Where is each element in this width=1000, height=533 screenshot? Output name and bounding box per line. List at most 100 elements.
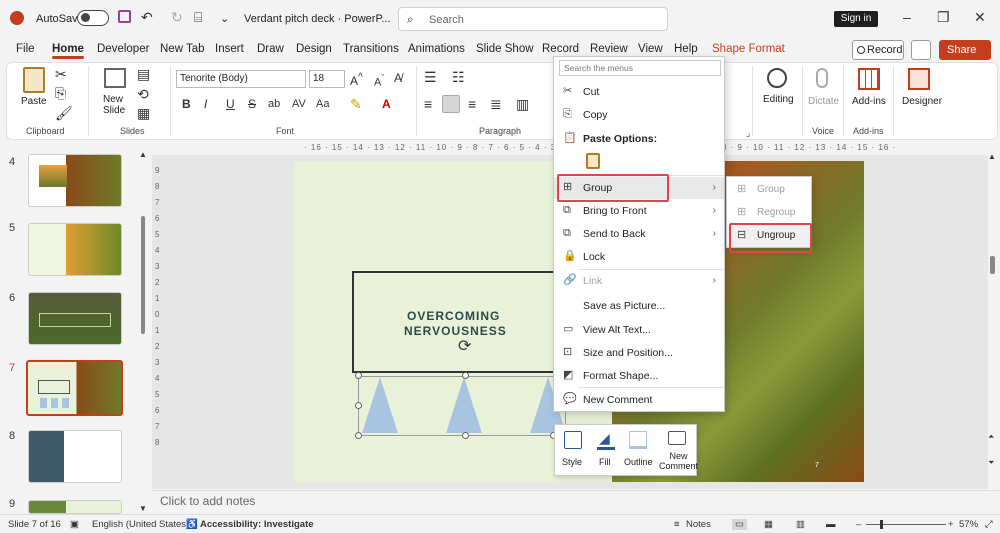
redo-icon[interactable]: ↻ [171, 10, 183, 24]
restore-icon[interactable]: ❐ [937, 10, 950, 24]
sign-in-button[interactable]: Sign in [834, 11, 878, 27]
tab-review[interactable]: Review [590, 43, 628, 55]
tab-new-tab[interactable]: New Tab [160, 43, 205, 55]
tab-animations[interactable]: Animations [408, 43, 465, 55]
tab-view[interactable]: View [638, 43, 663, 55]
slide-thumbnail-selected[interactable] [26, 360, 123, 416]
resize-handle[interactable] [462, 372, 469, 379]
align-right-icon[interactable]: ≡ [468, 97, 476, 111]
new-comment-icon[interactable] [668, 431, 686, 445]
pane-scrollbar[interactable] [141, 216, 145, 334]
designer-button[interactable]: Designer [902, 96, 942, 107]
resize-handle[interactable] [355, 372, 362, 379]
strikethrough-button[interactable]: S [248, 97, 256, 111]
record-button[interactable]: Record [852, 40, 904, 60]
dictate-button[interactable]: Dictate [808, 96, 839, 107]
format-painter-icon[interactable]: 🖌 [55, 106, 73, 120]
resize-handle[interactable] [462, 432, 469, 439]
reset-icon[interactable]: ⟲ [137, 87, 149, 101]
decrease-font-icon[interactable]: Aˇ [374, 71, 384, 90]
zoom-in-icon[interactable]: + [948, 519, 954, 530]
change-case-button[interactable]: Aa [316, 97, 329, 111]
fill-button[interactable]: Fill [599, 457, 611, 467]
designer-icon[interactable] [908, 68, 930, 90]
menu-item-link[interactable]: 🔗 Link › [554, 270, 724, 292]
menu-item-copy[interactable]: ⎘ Copy [554, 104, 724, 126]
outline-button[interactable]: Outline [624, 457, 653, 467]
canvas-scrollbar[interactable] [990, 256, 995, 274]
zoom-out-icon[interactable]: – [856, 519, 861, 530]
zoom-level[interactable]: 57% [959, 519, 978, 530]
reading-view-icon[interactable]: ▥ [796, 519, 805, 530]
menu-item-view-alt-text[interactable]: ▭ View Alt Text... [554, 319, 724, 341]
cut-icon[interactable]: ✂ [55, 67, 67, 81]
notes-button[interactable]: Notes [686, 519, 711, 530]
save-icon[interactable] [118, 10, 131, 23]
tab-design[interactable]: Design [296, 43, 332, 55]
normal-view-icon[interactable]: ▭ [732, 519, 747, 530]
scroll-up-icon[interactable]: ▲ [988, 150, 996, 164]
tab-file[interactable]: File [16, 43, 35, 55]
italic-button[interactable]: I [204, 97, 207, 111]
rotate-handle-icon[interactable]: ⟳ [458, 339, 471, 355]
slide-thumbnail[interactable] [28, 292, 122, 345]
tab-home[interactable]: Home [52, 43, 84, 59]
scroll-up-icon[interactable]: ▲ [139, 148, 147, 162]
menu-item-lock[interactable]: 🔒 Lock [554, 246, 724, 268]
clear-format-icon[interactable]: A̸ [394, 71, 402, 85]
tab-slide-show[interactable]: Slide Show [476, 43, 534, 55]
menu-item-send-to-back[interactable]: ⧉ Send to Back › [554, 223, 724, 245]
notes-pane[interactable]: Click to add notes [152, 490, 1000, 512]
slide-thumbnail[interactable] [28, 223, 122, 276]
triangle-shape[interactable] [362, 377, 398, 433]
tab-developer[interactable]: Developer [97, 43, 149, 55]
align-center-icon[interactable] [442, 95, 460, 113]
search-input[interactable]: ⌕ Search [398, 7, 668, 31]
editing-button[interactable]: Editing [763, 94, 794, 105]
menu-item-format-shape[interactable]: ◩ Format Shape... [554, 365, 724, 387]
accessibility-status[interactable]: Accessibility: Investigate [200, 519, 314, 530]
underline-button[interactable]: U [226, 97, 235, 111]
slide-thumbnail[interactable] [28, 154, 122, 207]
menu-item-new-comment[interactable]: 💬 New Comment [554, 389, 724, 411]
slide-thumbnail[interactable] [28, 430, 122, 483]
spellcheck-icon[interactable]: ▣ [70, 519, 79, 530]
font-color-icon[interactable]: A [382, 97, 391, 111]
tab-help[interactable]: Help [674, 43, 698, 55]
addins-button[interactable]: Add-ins [852, 96, 886, 107]
shadow-button[interactable]: ab [268, 97, 280, 111]
font-size-select[interactable]: 18 [309, 70, 345, 88]
menu-item-save-as-picture[interactable]: Save as Picture... [554, 295, 724, 317]
comments-icon[interactable] [911, 40, 931, 60]
new-slide-icon[interactable] [104, 68, 126, 88]
paste-keep-icon[interactable] [586, 153, 600, 169]
triangle-shape[interactable] [446, 377, 482, 433]
resize-handle[interactable] [355, 402, 362, 409]
accessibility-icon[interactable]: ♿ [186, 519, 198, 530]
numbering-icon[interactable]: ☷ [452, 70, 465, 84]
style-button[interactable]: Style [562, 457, 582, 467]
close-icon[interactable]: ✕ [974, 10, 986, 24]
slideshow-icon[interactable]: ▬ [826, 519, 836, 530]
tab-record[interactable]: Record [542, 43, 579, 55]
align-left-icon[interactable]: ≡ [424, 97, 432, 111]
presenter-icon[interactable]: ⌸ [194, 10, 202, 24]
slide-sorter-icon[interactable]: ▦ [764, 519, 773, 530]
increase-font-icon[interactable]: A^ [350, 71, 363, 88]
bold-button[interactable]: B [182, 97, 191, 111]
fit-slide-icon[interactable]: ⤢ [985, 519, 993, 530]
share-button[interactable]: Share [939, 40, 991, 60]
tab-draw[interactable]: Draw [257, 43, 284, 55]
microphone-icon[interactable] [816, 68, 828, 88]
language-label[interactable]: English (United States) [92, 519, 189, 530]
minimize-icon[interactable]: – [903, 10, 911, 24]
zoom-slider-thumb[interactable] [880, 520, 883, 529]
style-icon[interactable] [564, 431, 582, 449]
outline-icon[interactable] [629, 431, 647, 449]
fill-icon[interactable]: ◢ [599, 431, 610, 445]
next-slide-icon[interactable]: ⏷ [988, 456, 994, 470]
chevron-down-icon[interactable]: ⌄ [220, 12, 229, 25]
tab-shape-format[interactable]: Shape Format [712, 43, 785, 55]
bullets-icon[interactable]: ☰ [424, 70, 437, 84]
notes-icon[interactable]: ≡ [674, 519, 680, 530]
